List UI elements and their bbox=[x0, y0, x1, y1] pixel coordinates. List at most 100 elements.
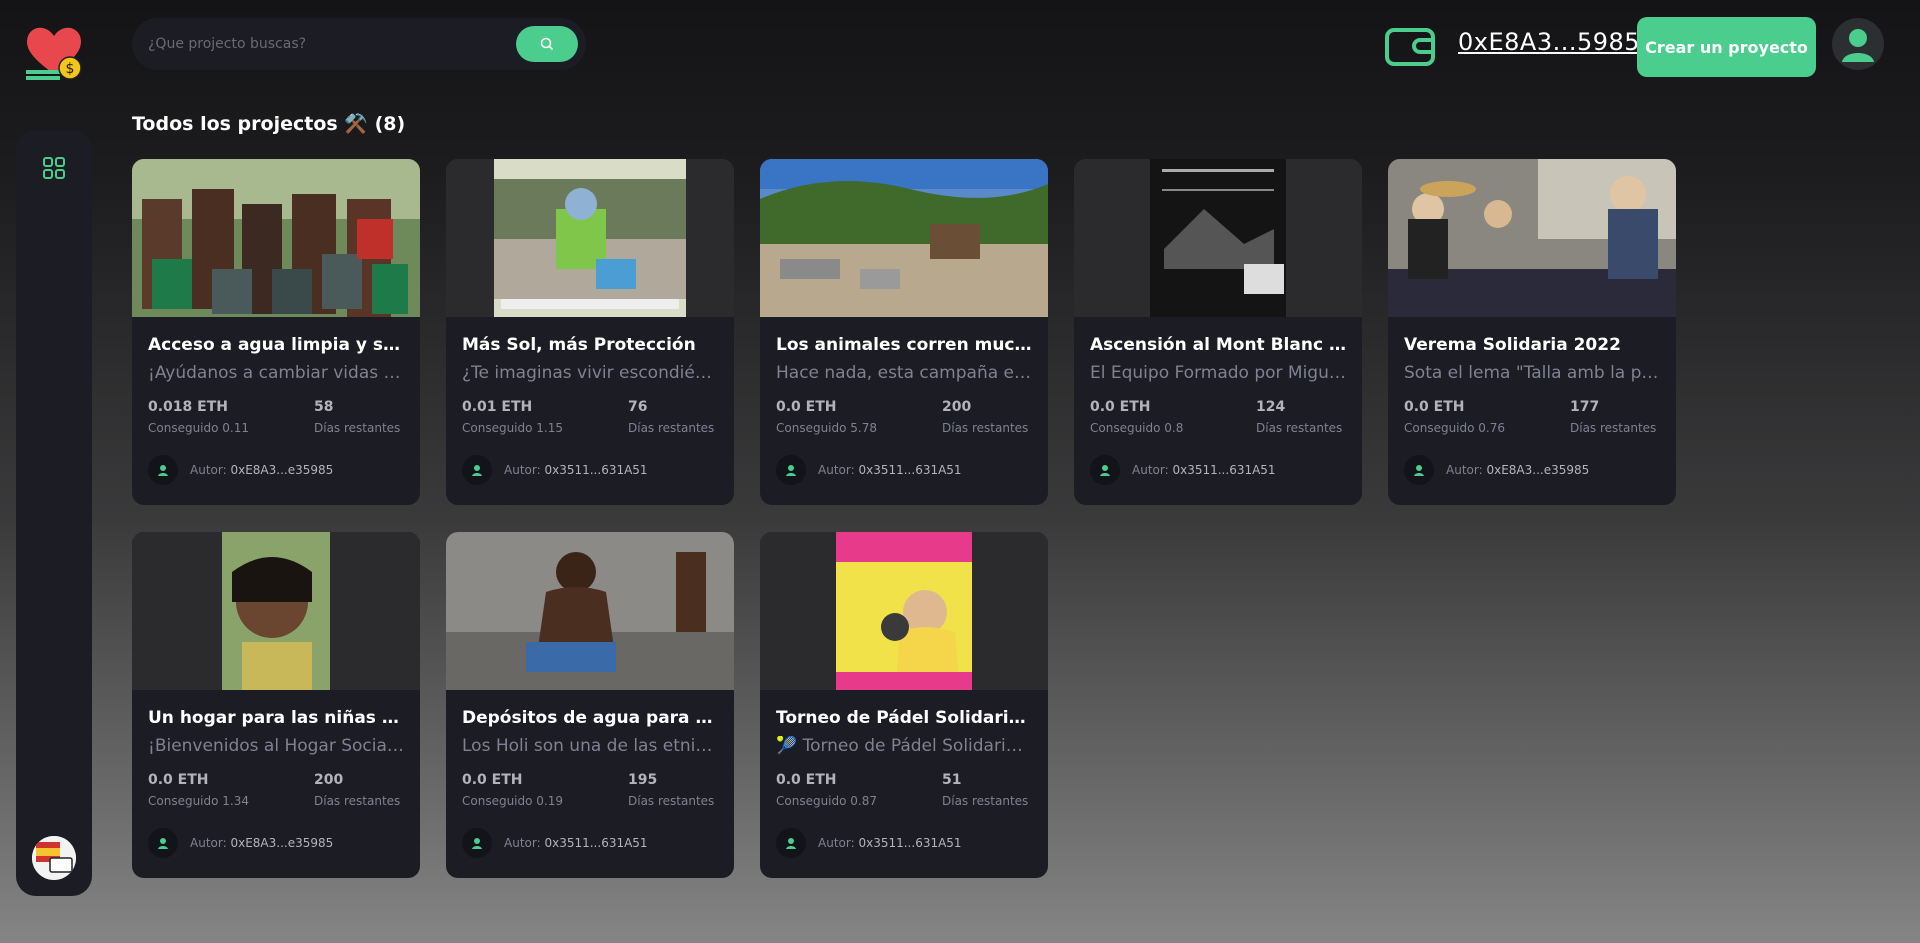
days-left-label: Días restantes bbox=[1256, 421, 1343, 435]
dashboard-icon[interactable] bbox=[41, 155, 67, 181]
project-image bbox=[760, 159, 1048, 317]
author-label: Autor: bbox=[1132, 463, 1169, 477]
author-avatar-icon bbox=[776, 828, 806, 858]
project-title: Verema Solidaria 2022 bbox=[1404, 335, 1621, 355]
search-button[interactable] bbox=[516, 26, 578, 62]
heart-coin-logo-icon: $ bbox=[26, 27, 82, 80]
project-image bbox=[1074, 159, 1362, 317]
project-grid: Acceso a agua limpia y segura para ¡Ayúd… bbox=[132, 159, 1692, 879]
sidebar bbox=[16, 130, 92, 896]
project-count: (8) bbox=[374, 113, 406, 135]
create-project-button[interactable]: Crear un proyecto bbox=[1637, 17, 1816, 77]
project-card[interactable]: Acceso a agua limpia y segura para ¡Ayúd… bbox=[132, 159, 420, 505]
app-logo[interactable]: $ bbox=[22, 20, 86, 84]
project-amount: 0.0 ETH bbox=[776, 772, 837, 788]
project-card[interactable]: Un hogar para las niñas de Madagascar ¡B… bbox=[132, 532, 420, 878]
user-avatar[interactable] bbox=[1832, 18, 1884, 70]
search-bar bbox=[132, 18, 586, 70]
project-amount: 0.018 ETH bbox=[148, 399, 228, 415]
project-description: Hace nada, esta campaña era un sueño bbox=[776, 363, 1032, 383]
project-card[interactable]: Verema Solidaria 2022 Sota el lema "Tall… bbox=[1388, 159, 1676, 505]
days-left-label: Días restantes bbox=[314, 794, 401, 808]
project-days: 76 bbox=[628, 399, 648, 415]
project-days: 200 bbox=[942, 399, 972, 415]
author-label: Autor: bbox=[1446, 463, 1483, 477]
author-address: 0xE8A3...e35985 bbox=[230, 836, 334, 850]
project-image bbox=[1388, 159, 1676, 317]
project-card[interactable]: Depósitos de agua para la etnia Holi Los… bbox=[446, 532, 734, 878]
project-card[interactable]: Los animales corren mucho peligro Hace n… bbox=[760, 159, 1048, 505]
days-left-label: Días restantes bbox=[1570, 421, 1657, 435]
author-avatar-icon bbox=[1090, 455, 1120, 485]
author-address: 0x3511...631A51 bbox=[544, 463, 648, 477]
svg-text:$: $ bbox=[66, 61, 75, 77]
project-description: El Equipo Formado por Miguel Sánchez bbox=[1090, 363, 1346, 383]
author-avatar-icon bbox=[462, 455, 492, 485]
author-address: 0x3511...631A51 bbox=[858, 463, 962, 477]
search-input[interactable] bbox=[148, 36, 516, 52]
project-card[interactable]: Torneo de Pádel Solidario Som Riures 🎾 T… bbox=[760, 532, 1048, 878]
project-raised: Conseguido 0.11 bbox=[148, 421, 250, 435]
author-label: Autor: bbox=[818, 836, 855, 850]
author-address: 0xE8A3...e35985 bbox=[1486, 463, 1590, 477]
project-days: 195 bbox=[628, 772, 658, 788]
project-image bbox=[446, 159, 734, 317]
author-avatar-icon bbox=[148, 828, 178, 858]
project-days: 51 bbox=[942, 772, 962, 788]
project-title: Torneo de Pádel Solidario Som Riures bbox=[776, 708, 1032, 728]
project-days: 58 bbox=[314, 399, 334, 415]
days-left-label: Días restantes bbox=[628, 794, 715, 808]
project-description: 🎾 Torneo de Pádel Solidario 📅 5 de bbox=[776, 736, 1032, 756]
project-image bbox=[132, 159, 420, 317]
project-amount: 0.01 ETH bbox=[462, 399, 533, 415]
author-avatar-icon bbox=[1404, 455, 1434, 485]
project-description: ¡Bienvenidos al Hogar Social de bbox=[148, 736, 404, 756]
wallet-address-link[interactable]: 0xE8A3...5985 bbox=[1458, 28, 1640, 56]
project-card[interactable]: Más Sol, más Protección ¿Te imaginas viv… bbox=[446, 159, 734, 505]
author-label: Autor: bbox=[818, 463, 855, 477]
project-raised: Conseguido 0.87 bbox=[776, 794, 878, 808]
user-icon bbox=[1842, 29, 1874, 62]
language-flag-icon[interactable] bbox=[32, 836, 76, 880]
project-image bbox=[760, 532, 1048, 690]
author-address: 0x3511...631A51 bbox=[1172, 463, 1276, 477]
project-title: Ascensión al Mont Blanc + cruce bbox=[1090, 335, 1346, 355]
project-raised: Conseguido 5.78 bbox=[776, 421, 878, 435]
project-title: Más Sol, más Protección bbox=[462, 335, 696, 355]
project-amount: 0.0 ETH bbox=[1090, 399, 1151, 415]
author-label: Autor: bbox=[190, 463, 227, 477]
project-raised: Conseguido 1.15 bbox=[462, 421, 564, 435]
project-amount: 0.0 ETH bbox=[1404, 399, 1465, 415]
days-left-label: Días restantes bbox=[628, 421, 715, 435]
project-raised: Conseguido 0.8 bbox=[1090, 421, 1184, 435]
project-raised: Conseguido 0.76 bbox=[1404, 421, 1506, 435]
project-title: Acceso a agua limpia y segura para bbox=[148, 335, 404, 355]
search-icon bbox=[540, 37, 554, 51]
author-address: 0x3511...631A51 bbox=[858, 836, 962, 850]
author-avatar-icon bbox=[148, 455, 178, 485]
days-left-label: Días restantes bbox=[942, 421, 1029, 435]
project-image bbox=[132, 532, 420, 690]
project-amount: 0.0 ETH bbox=[776, 399, 837, 415]
project-amount: 0.0 ETH bbox=[148, 772, 209, 788]
page-title-text: Todos los projectos ⚒️ bbox=[132, 113, 368, 135]
author-label: Autor: bbox=[504, 463, 541, 477]
author-avatar-icon bbox=[776, 455, 806, 485]
project-raised: Conseguido 1.34 bbox=[148, 794, 250, 808]
project-days: 200 bbox=[314, 772, 344, 788]
author-avatar-icon bbox=[462, 828, 492, 858]
author-address: 0xE8A3...e35985 bbox=[230, 463, 334, 477]
project-description: ¡Ayúdanos a cambiar vidas en la bbox=[148, 363, 404, 383]
project-days: 124 bbox=[1256, 399, 1286, 415]
project-title: Depósitos de agua para la etnia Holi bbox=[462, 708, 718, 728]
project-days: 177 bbox=[1570, 399, 1600, 415]
project-description: ¿Te imaginas vivir escondiéndote del sol… bbox=[462, 363, 718, 383]
project-raised: Conseguido 0.19 bbox=[462, 794, 564, 808]
project-description: Sota el lema "Talla amb la pobresa" bbox=[1404, 363, 1660, 383]
days-left-label: Días restantes bbox=[314, 421, 401, 435]
project-card[interactable]: Ascensión al Mont Blanc + cruce El Equip… bbox=[1074, 159, 1362, 505]
wallet-icon[interactable] bbox=[1384, 24, 1436, 68]
project-image bbox=[446, 532, 734, 690]
project-title: Un hogar para las niñas de Madagascar bbox=[148, 708, 404, 728]
author-address: 0x3511...631A51 bbox=[544, 836, 648, 850]
